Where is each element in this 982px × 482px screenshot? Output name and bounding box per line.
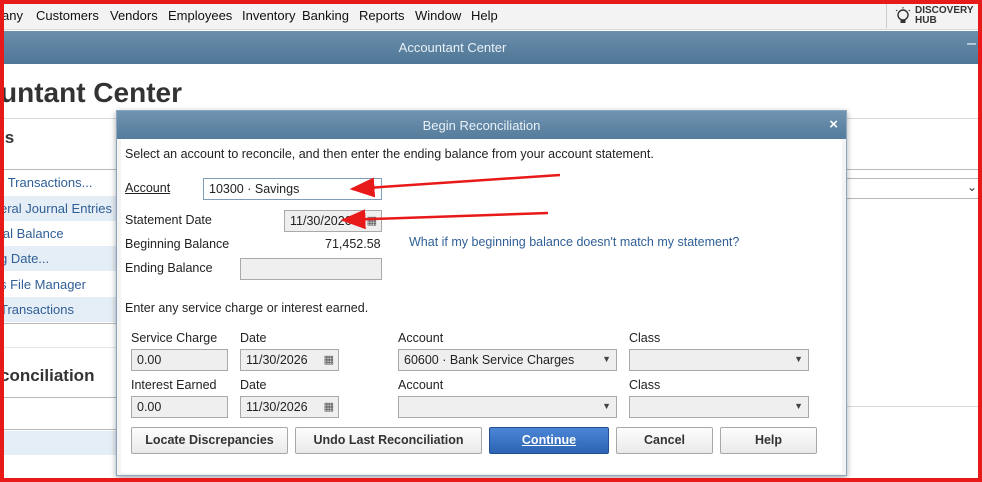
service-account-select[interactable]: 60600 · Bank Service Charges ▼ bbox=[398, 349, 617, 371]
beginning-balance-help-link[interactable]: What if my beginning balance doesn't mat… bbox=[409, 235, 739, 249]
service-account-label: Account bbox=[398, 331, 444, 345]
dialog-body: Select an account to reconcile, and then… bbox=[121, 139, 842, 473]
menu-employees[interactable]: Employees bbox=[168, 8, 232, 23]
continue-button[interactable]: Continue bbox=[489, 427, 609, 454]
client-select[interactable]: ⌄ bbox=[846, 178, 982, 199]
statement-date-label: Statement Date bbox=[125, 213, 212, 227]
service-class-label: Class bbox=[629, 331, 661, 345]
divider bbox=[846, 169, 982, 170]
link-closing-date[interactable]: g Date... bbox=[0, 246, 116, 271]
menu-reports[interactable]: Reports bbox=[359, 8, 405, 23]
begin-reconciliation-dialog: Begin Reconciliation × Select an account… bbox=[116, 110, 847, 476]
interest-earned-input[interactable]: 0.00 bbox=[131, 396, 228, 418]
beginning-balance-value: 71,452.58 bbox=[325, 237, 381, 251]
service-charge-label: Service Charge bbox=[131, 331, 218, 345]
menu-vendors[interactable]: Vendors bbox=[110, 8, 158, 23]
interest-earned-label: Interest Earned bbox=[131, 378, 217, 392]
close-icon[interactable]: × bbox=[829, 116, 838, 133]
chevron-down-icon: ▼ bbox=[602, 354, 611, 364]
interest-class-label: Class bbox=[629, 378, 661, 392]
beginning-balance-label: Beginning Balance bbox=[125, 237, 230, 251]
chevron-down-icon: ▼ bbox=[602, 401, 611, 411]
section-tools-heading: ls bbox=[0, 128, 15, 147]
service-account-value: 60600 · Bank Service Charges bbox=[404, 353, 575, 367]
interest-class-select[interactable]: ▼ bbox=[629, 396, 809, 418]
divider bbox=[846, 406, 982, 407]
calendar-icon[interactable]: ▦ bbox=[367, 214, 377, 227]
divider bbox=[0, 429, 118, 430]
service-date-value: 11/30/2026 bbox=[246, 353, 308, 367]
interest-date-label: Date bbox=[240, 378, 267, 392]
chevron-down-icon: ⌄ bbox=[966, 180, 977, 194]
link-transactions[interactable]: r Transactions... bbox=[0, 170, 116, 195]
menu-bar: any Customers Vendors Employees Inventor… bbox=[0, 0, 982, 30]
ending-balance-label: Ending Balance bbox=[125, 261, 213, 275]
dialog-title-bar: Begin Reconciliation × bbox=[117, 111, 846, 139]
undo-last-reconciliation-button[interactable]: Undo Last Reconciliation bbox=[295, 427, 482, 454]
link-trial-balance[interactable]: ial Balance bbox=[0, 221, 116, 246]
interest-account-select[interactable]: ▼ bbox=[398, 396, 617, 418]
interest-date-field[interactable]: 11/30/2026 ▦ bbox=[240, 396, 339, 418]
calendar-icon[interactable]: ▦ bbox=[324, 400, 334, 413]
chevron-down-icon: ▼ bbox=[794, 354, 803, 364]
interest-account-label: Account bbox=[398, 378, 444, 392]
calendar-icon[interactable]: ▦ bbox=[324, 353, 334, 366]
menu-window[interactable]: Window bbox=[415, 8, 461, 23]
interest-date-value: 11/30/2026 bbox=[246, 400, 308, 414]
help-button[interactable]: Help bbox=[720, 427, 817, 454]
service-instruction-text: Enter any service charge or interest ear… bbox=[125, 301, 369, 315]
minimize-icon[interactable]: – bbox=[967, 35, 976, 53]
divider bbox=[0, 397, 118, 398]
ending-balance-input[interactable] bbox=[240, 258, 382, 280]
discovery-hub-button[interactable]: DISCOVERY HUB bbox=[886, 4, 974, 28]
dialog-title: Begin Reconciliation bbox=[422, 118, 541, 133]
list-row bbox=[0, 431, 118, 455]
page-title: untant Center bbox=[0, 77, 182, 108]
discovery-hub-line2: HUB bbox=[915, 15, 937, 26]
menu-customers[interactable]: Customers bbox=[36, 8, 99, 23]
window-title-bar: Accountant Center – bbox=[0, 31, 982, 64]
statement-date-value: 11/30/2026 bbox=[290, 214, 352, 228]
service-date-field[interactable]: 11/30/2026 ▦ bbox=[240, 349, 339, 371]
account-select[interactable]: 10300 · Savings bbox=[203, 178, 382, 200]
locate-discrepancies-button[interactable]: Locate Discrepancies bbox=[131, 427, 288, 454]
lightbulb-icon bbox=[895, 7, 911, 23]
service-class-select[interactable]: ▼ bbox=[629, 349, 809, 371]
link-journal-entries[interactable]: eral Journal Entries bbox=[0, 196, 116, 221]
section-reconciliation-heading: conciliation bbox=[0, 366, 95, 385]
menu-company[interactable]: any bbox=[2, 8, 23, 23]
menu-help[interactable]: Help bbox=[471, 8, 498, 23]
link-file-manager[interactable]: s File Manager bbox=[0, 272, 116, 297]
window-title: Accountant Center bbox=[398, 40, 507, 55]
chevron-down-icon: ▼ bbox=[794, 401, 803, 411]
service-charge-input[interactable]: 0.00 bbox=[131, 349, 228, 371]
menu-banking[interactable]: Banking bbox=[302, 8, 349, 23]
instruction-text: Select an account to reconcile, and then… bbox=[125, 147, 654, 161]
service-date-label: Date bbox=[240, 331, 267, 345]
account-label: Account bbox=[125, 181, 171, 195]
statement-date-field[interactable]: 11/30/2026 ▦ bbox=[284, 210, 382, 232]
account-value: 10300 · Savings bbox=[209, 182, 300, 196]
divider bbox=[0, 323, 118, 324]
link-review-transactions[interactable]: Transactions bbox=[0, 297, 116, 322]
menu-inventory[interactable]: Inventory bbox=[242, 8, 295, 23]
divider bbox=[0, 347, 118, 348]
cancel-button[interactable]: Cancel bbox=[616, 427, 713, 454]
